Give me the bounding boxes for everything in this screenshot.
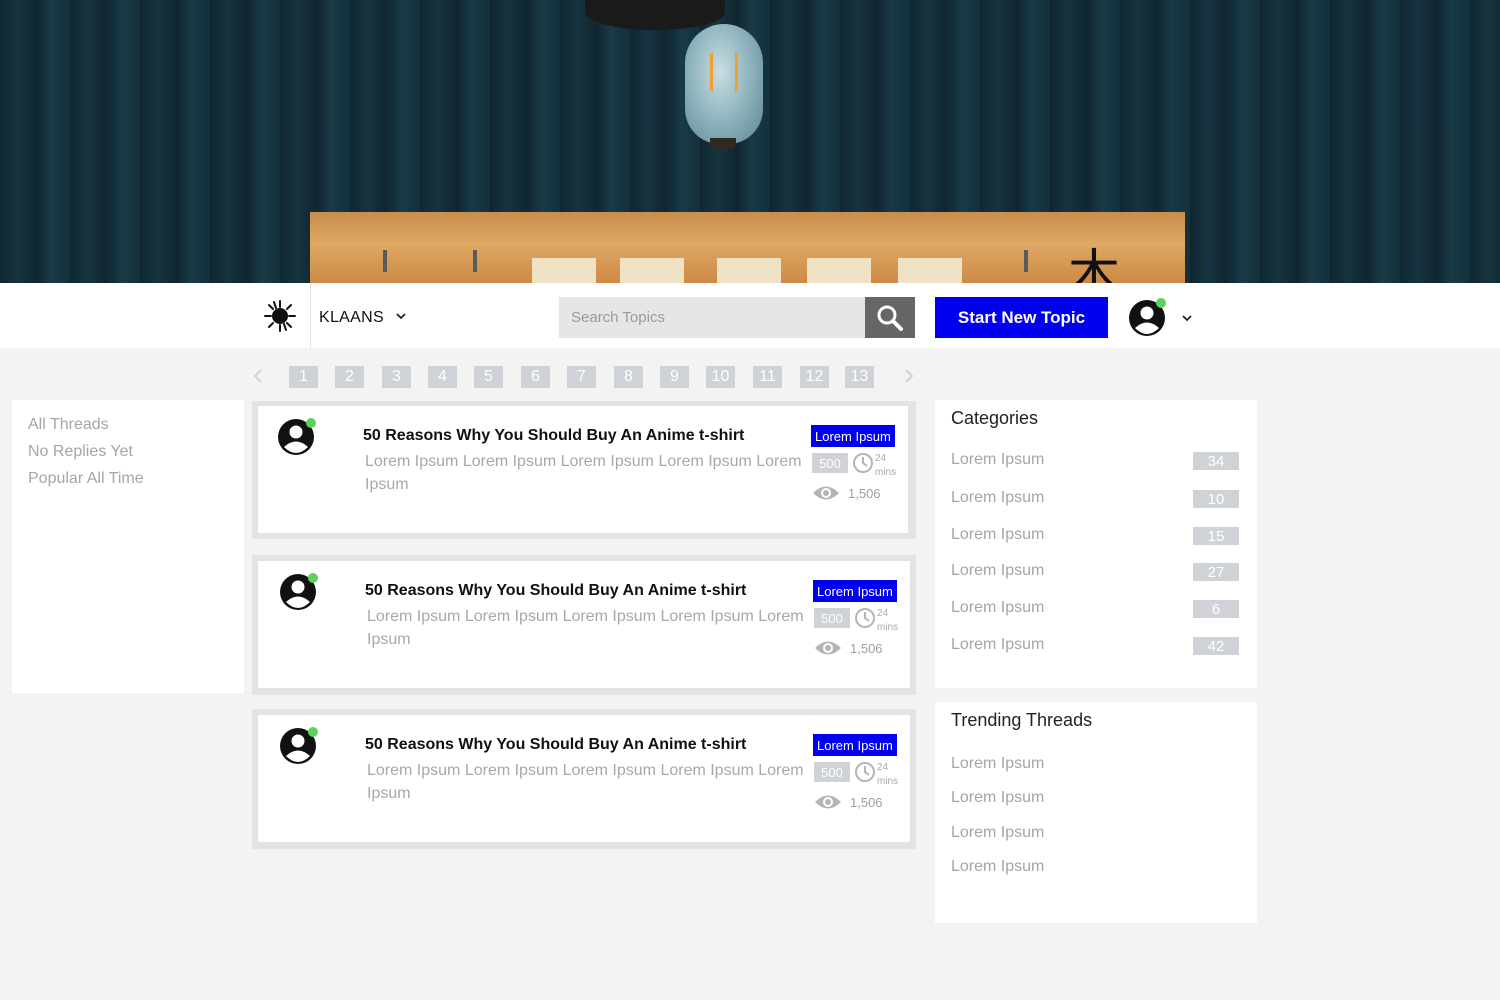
category-count-badge: 34 xyxy=(1193,452,1239,470)
chevron-down-icon[interactable] xyxy=(393,308,409,324)
board-hook xyxy=(383,250,387,272)
thread-title[interactable]: 50 Reasons Why You Should Buy An Anime t… xyxy=(365,736,746,754)
chevron-left-icon[interactable] xyxy=(250,366,266,386)
trending-title: Trending Threads xyxy=(951,710,1093,730)
category-count-badge: 10 xyxy=(1193,490,1239,508)
page-button[interactable]: 4 xyxy=(428,366,457,388)
view-count: 1,506 xyxy=(850,795,883,810)
user-avatar-icon[interactable] xyxy=(278,417,318,457)
page-button[interactable]: 2 xyxy=(335,366,364,388)
category-item[interactable]: Lorem Ipsum xyxy=(951,489,1044,507)
page-button[interactable]: 12 xyxy=(800,366,829,388)
board-hook xyxy=(473,250,477,272)
filter-no-replies-yet[interactable]: No Replies Yet xyxy=(28,443,133,461)
splat-logo-icon[interactable] xyxy=(263,299,297,333)
board-hook xyxy=(1024,250,1028,272)
trending-thread-item[interactable]: Lorem Ipsum xyxy=(951,755,1044,773)
reply-count-badge: 500 xyxy=(814,608,850,628)
thread-category-tag[interactable]: Lorem Ipsum xyxy=(813,734,897,756)
trending-thread-item[interactable]: Lorem Ipsum xyxy=(951,789,1044,807)
nav-divider xyxy=(310,283,311,348)
eye-icon xyxy=(814,793,842,811)
category-item[interactable]: Lorem Ipsum xyxy=(951,562,1044,580)
page-button[interactable]: 6 xyxy=(521,366,550,388)
page-button[interactable]: 13 xyxy=(845,366,874,388)
chevron-down-icon[interactable] xyxy=(1179,310,1195,326)
category-item[interactable]: Lorem Ipsum xyxy=(951,526,1044,544)
hero-banner-image: 木 xyxy=(0,0,1500,283)
page-button[interactable]: 5 xyxy=(474,366,503,388)
bulb-base xyxy=(710,138,736,150)
category-count-badge: 27 xyxy=(1193,563,1239,581)
category-item[interactable]: Lorem Ipsum xyxy=(951,451,1044,469)
page-button[interactable]: 8 xyxy=(614,366,643,388)
eye-icon xyxy=(812,484,840,502)
user-avatar-icon[interactable] xyxy=(1127,297,1167,337)
thread-excerpt: Lorem Ipsum Lorem Ipsum Lorem Ipsum Lore… xyxy=(365,453,802,493)
reply-count-badge: 500 xyxy=(812,453,848,473)
page-button[interactable]: 1 xyxy=(289,366,318,388)
trending-thread-item[interactable]: Lorem Ipsum xyxy=(951,858,1044,876)
category-item[interactable]: Lorem Ipsum xyxy=(951,636,1044,654)
thread-excerpt: Lorem Ipsum Lorem Ipsum Lorem Ipsum Lore… xyxy=(367,762,804,802)
categories-panel: Categories Lorem Ipsum 34 Lorem Ipsum 10… xyxy=(935,400,1257,688)
board-tag xyxy=(717,258,781,283)
thread-excerpt: Lorem Ipsum Lorem Ipsum Lorem Ipsum Lore… xyxy=(367,608,804,648)
brand-name[interactable]: KLAANS xyxy=(319,309,384,327)
start-new-topic-button[interactable]: Start New Topic xyxy=(935,297,1108,338)
thread-filter-panel: All Threads No Replies Yet Popular All T… xyxy=(12,400,244,693)
trending-panel: Trending Threads Lorem Ipsum Lorem Ipsum… xyxy=(935,702,1257,923)
time-ago-unit: mins xyxy=(877,776,899,787)
search-input[interactable] xyxy=(559,297,865,338)
board-tag xyxy=(532,258,596,283)
clock-icon xyxy=(854,761,876,783)
reply-count-badge: 500 xyxy=(814,762,850,782)
time-ago-unit: mins xyxy=(877,622,899,633)
category-count-badge: 15 xyxy=(1193,527,1239,545)
categories-title: Categories xyxy=(951,408,1039,428)
filter-all-threads[interactable]: All Threads xyxy=(28,416,109,434)
chevron-right-icon[interactable] xyxy=(901,366,917,386)
time-ago-value: 24 xyxy=(877,608,889,619)
category-count-badge: 42 xyxy=(1193,637,1239,655)
user-avatar-icon[interactable] xyxy=(280,726,320,766)
time-ago-unit: mins xyxy=(875,467,897,478)
board-glyph: 木 xyxy=(1068,245,1121,283)
trending-thread-item[interactable]: Lorem Ipsum xyxy=(951,824,1044,842)
filter-popular-all-time[interactable]: Popular All Time xyxy=(28,470,144,488)
page-button[interactable]: 9 xyxy=(660,366,689,388)
page-button[interactable]: 10 xyxy=(706,366,735,388)
thread-title[interactable]: 50 Reasons Why You Should Buy An Anime t… xyxy=(363,427,744,445)
time-ago-value: 24 xyxy=(877,762,889,773)
clock-icon xyxy=(854,607,876,629)
search-button[interactable] xyxy=(865,297,915,338)
search-icon xyxy=(877,305,903,331)
page-button[interactable]: 3 xyxy=(382,366,411,388)
lamp-shade xyxy=(585,0,725,30)
board-tag xyxy=(807,258,871,283)
view-count: 1,506 xyxy=(848,486,881,501)
thread-category-tag[interactable]: Lorem Ipsum xyxy=(813,580,897,602)
page-button[interactable]: 11 xyxy=(753,366,782,388)
board-tag xyxy=(620,258,684,283)
category-item[interactable]: Lorem Ipsum xyxy=(951,599,1044,617)
bulb-filament xyxy=(710,52,738,92)
board-tag xyxy=(898,258,962,283)
category-count-badge: 6 xyxy=(1193,600,1239,618)
clock-icon xyxy=(852,452,874,474)
time-ago-value: 24 xyxy=(875,453,887,464)
user-avatar-icon[interactable] xyxy=(280,572,320,612)
view-count: 1,506 xyxy=(850,641,883,656)
thread-category-tag[interactable]: Lorem Ipsum xyxy=(811,425,895,447)
eye-icon xyxy=(814,639,842,657)
thread-title[interactable]: 50 Reasons Why You Should Buy An Anime t… xyxy=(365,582,746,600)
page-button[interactable]: 7 xyxy=(567,366,596,388)
